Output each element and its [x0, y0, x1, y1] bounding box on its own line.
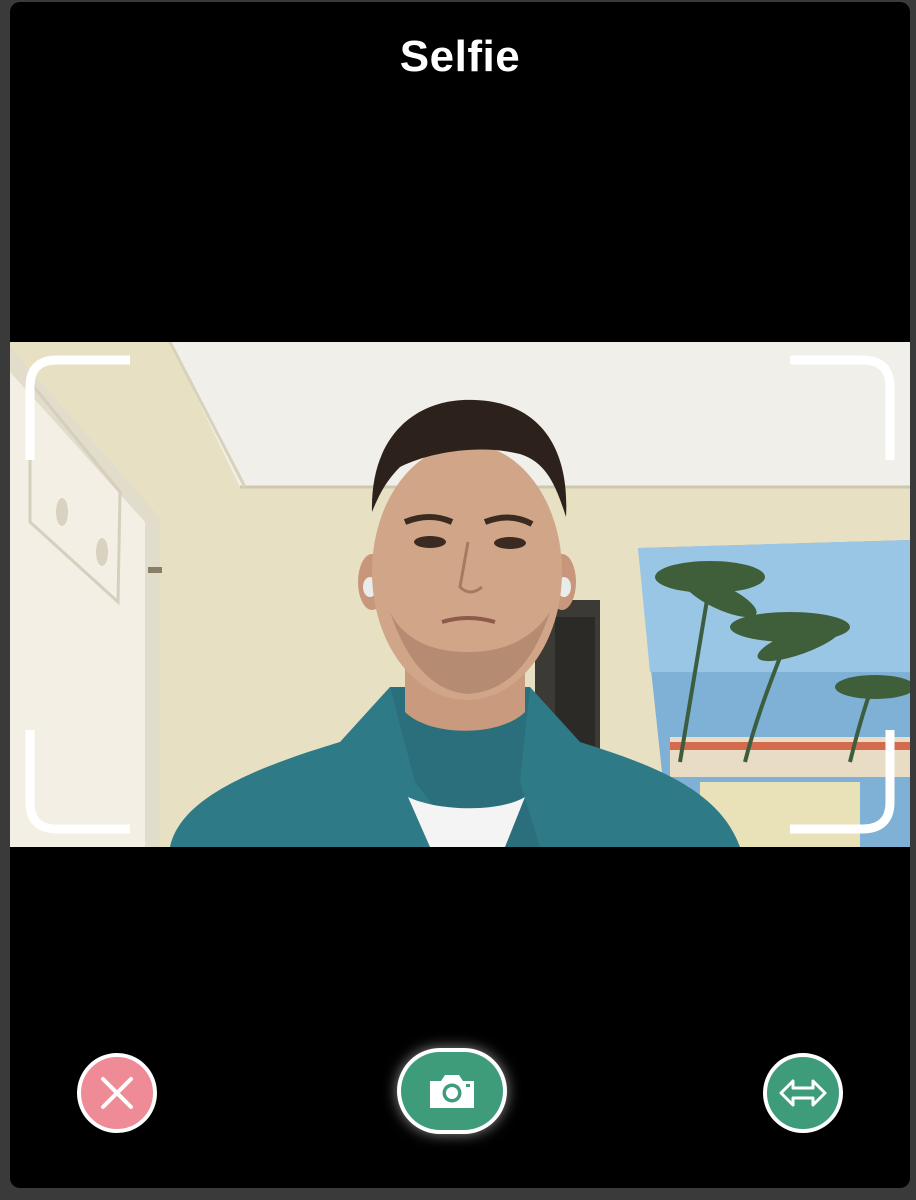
camera-preview: [10, 342, 910, 847]
selfie-window: Selfie: [10, 2, 910, 1188]
flip-camera-button[interactable]: [763, 1053, 843, 1133]
camera-icon: [430, 1075, 474, 1108]
cancel-button[interactable]: [77, 1053, 157, 1133]
capture-button[interactable]: [397, 1048, 507, 1134]
page-title: Selfie: [399, 32, 521, 81]
close-icon: [101, 1077, 133, 1109]
flip-horizontal-icon: [779, 1079, 827, 1107]
